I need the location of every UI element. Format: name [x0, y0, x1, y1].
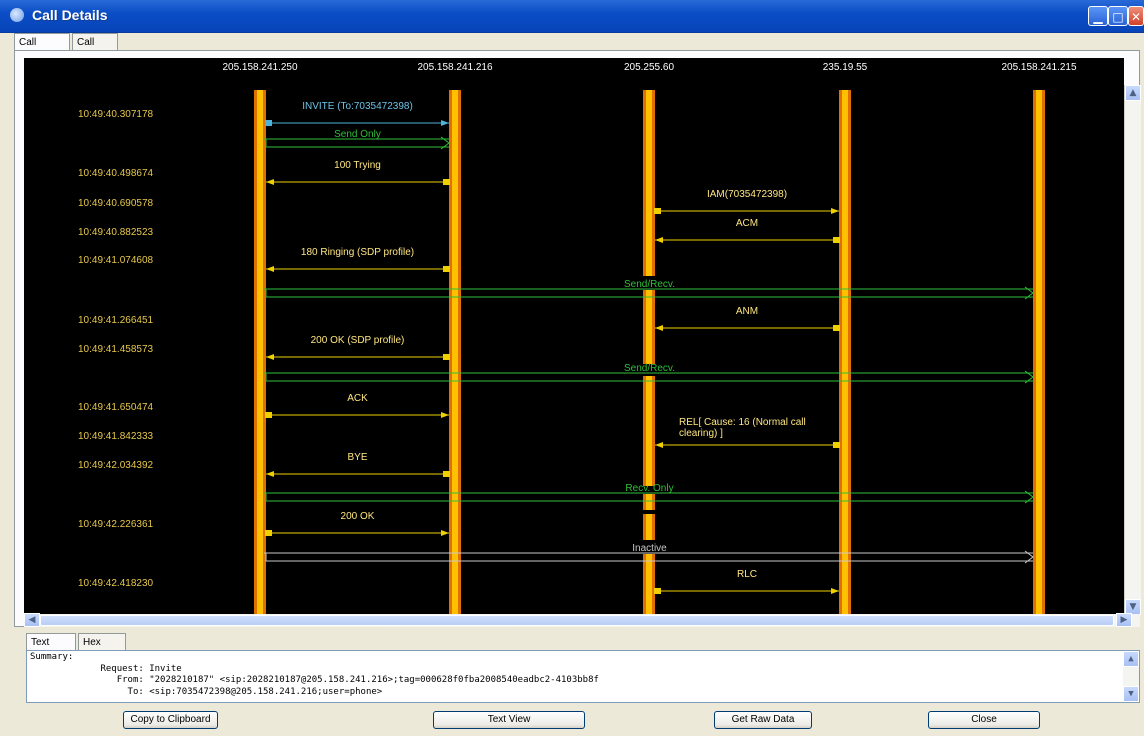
media-label: Send/Recv.: [624, 363, 675, 374]
message-label: ACK: [347, 393, 368, 404]
message-label: 200 OK: [341, 511, 375, 522]
ladder-vertical-scrollbar[interactable]: ▲ ▼: [1124, 85, 1141, 615]
get-raw-data-button[interactable]: Get Raw Data: [714, 711, 812, 729]
call-ladder-canvas[interactable]: 205.158.241.250 205.158.241.216 205.255.60…: [24, 58, 1124, 614]
text-data-scrollbar[interactable]: ▲ ▼: [1123, 651, 1139, 702]
maximize-button[interactable]: □: [1108, 6, 1128, 26]
arrowhead: [441, 120, 449, 126]
scroll-up-icon[interactable]: ▲: [1123, 651, 1139, 667]
lifeline-core: [842, 90, 848, 614]
ladder-horizontal-scrollbar[interactable]: ◀ ▶: [24, 613, 1140, 627]
text-data-line: Summary:: [30, 652, 74, 662]
arrowhead: [266, 471, 274, 477]
host-label: 205.158.241.216: [417, 62, 493, 73]
tab-text-data[interactable]: Text Data: [26, 633, 76, 665]
arrowhead: [266, 179, 274, 185]
message-label: clearing) ]: [679, 428, 723, 439]
timestamp-label: 10:49:41.266451: [78, 315, 154, 326]
title-bar[interactable]: Call Details ▁ □ ✕: [0, 0, 1144, 33]
call-details-window: Call Details ▁ □ ✕ Call Ladder Call Info…: [0, 0, 1144, 736]
media-label: Inactive: [632, 543, 667, 554]
lifeline-core: [646, 90, 652, 614]
host-label: 235.19.55: [823, 62, 868, 73]
message-label: 200 OK (SDP profile): [311, 335, 405, 346]
scroll-up-icon[interactable]: ▲: [1125, 85, 1141, 101]
close-button[interactable]: Close: [928, 711, 1040, 729]
arrowhead: [266, 354, 274, 360]
host-label: 205.255.60: [624, 62, 674, 73]
lifeline-core: [257, 90, 263, 614]
media-label: Send Only: [334, 129, 381, 140]
scroll-down-icon[interactable]: ▼: [1123, 686, 1139, 702]
arrowhead: [441, 412, 449, 418]
tab-hex-data[interactable]: Hex Data: [78, 633, 126, 665]
message-label: IAM(7035472398): [707, 189, 787, 200]
timestamp-label: 10:49:41.074608: [78, 255, 154, 266]
arrowhead: [655, 237, 663, 243]
timestamp-label: 10:49:42.034392: [78, 460, 154, 471]
message-label: REL[ Cause: 16 (Normal call: [679, 417, 806, 428]
media-label: Send/Recv.: [624, 279, 675, 290]
timestamp-label: 10:49:40.690578: [78, 198, 154, 209]
media-stream-line: [264, 138, 449, 148]
timestamp-label: 10:49:40.498674: [78, 168, 154, 179]
media-label: Recv. Only: [625, 483, 673, 494]
scroll-left-icon[interactable]: ◀: [24, 613, 40, 627]
arrowhead: [441, 530, 449, 536]
lifeline-gap: [642, 510, 656, 514]
ladder-diagram: 205.158.241.250 205.158.241.216 205.255.60…: [78, 62, 1077, 614]
message-label: ACM: [736, 218, 758, 229]
text-view-button[interactable]: Text View: [433, 711, 585, 729]
arrowhead: [831, 208, 839, 214]
copy-to-clipboard-button[interactable]: Copy to Clipboard: [123, 711, 218, 729]
scroll-right-icon[interactable]: ▶: [1116, 613, 1132, 627]
timestamp-label: 10:49:41.650474: [78, 402, 154, 413]
lifeline-core: [452, 90, 458, 614]
window-title: Call Details: [32, 7, 108, 23]
host-label: 205.158.241.250: [222, 62, 298, 73]
timestamp-label: 10:49:41.842333: [78, 431, 154, 442]
horizontal-scroll-thumb[interactable]: [40, 615, 1114, 626]
tab-call-ladder[interactable]: Call Ladder: [14, 33, 70, 65]
arrowhead: [266, 266, 274, 272]
timestamp-label: 10:49:40.882523: [78, 227, 154, 238]
lifeline-core: [1036, 90, 1042, 614]
message-label: RLC: [737, 569, 757, 580]
timestamp-label: 10:49:41.458573: [78, 344, 154, 355]
message-label: 100 Trying: [334, 160, 381, 171]
message-label: BYE: [347, 452, 367, 463]
text-data-line: To: <sip:7035472398@205.158.241.216;user…: [30, 686, 383, 697]
message-label: ANM: [736, 306, 758, 317]
arrowhead: [831, 588, 839, 594]
message-label: INVITE (To:7035472398): [302, 101, 413, 112]
app-icon: [10, 8, 24, 22]
text-data-line: From: "2028210187" <sip:2028210187@205.1…: [30, 675, 599, 685]
timestamp-label: 10:49:42.418230: [78, 578, 154, 589]
minimize-button[interactable]: ▁: [1088, 6, 1108, 26]
arrowhead: [655, 325, 663, 331]
tab-call-info[interactable]: Call Info: [72, 33, 118, 65]
timestamp-label: 10:49:42.226361: [78, 519, 154, 530]
timestamp-label: 10:49:40.307178: [78, 109, 154, 120]
text-data-line: Request: Invite: [30, 663, 182, 674]
text-data-area[interactable]: Summary: Request: Invite From: "20282101…: [26, 650, 1140, 703]
host-label: 205.158.241.215: [1001, 62, 1077, 73]
message-label: 180 Ringing (SDP profile): [301, 247, 414, 258]
close-window-button[interactable]: ✕: [1128, 6, 1144, 26]
arrowhead: [655, 442, 663, 448]
